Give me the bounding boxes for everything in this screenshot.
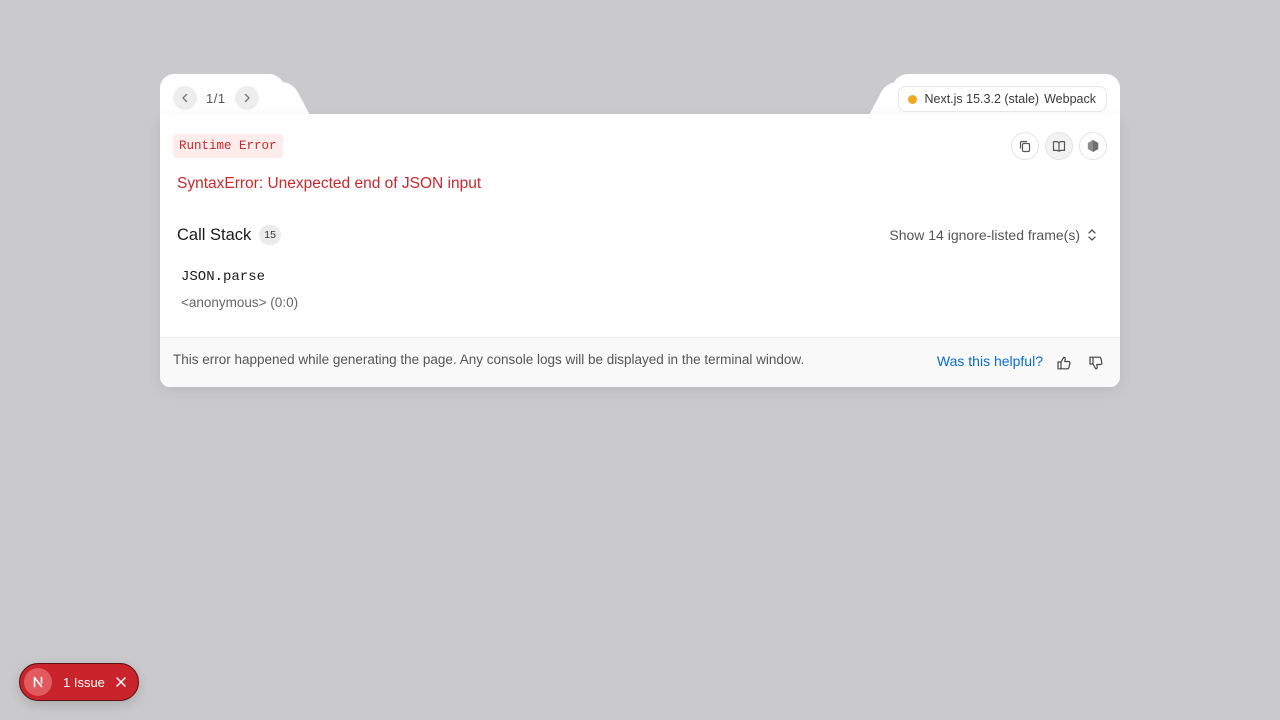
ignore-listed-label: Show 14 ignore-listed frame(s) — [889, 227, 1080, 243]
version-label: Next.js 15.3.2 (stale) — [924, 92, 1040, 106]
bundler-label: Webpack — [1044, 92, 1096, 106]
version-badge[interactable]: Next.js 15.3.2 (stale) Webpack — [898, 86, 1107, 112]
chevron-up-down-icon — [1088, 229, 1096, 241]
stale-status-dot — [908, 94, 918, 104]
stack-frame-location: <anonymous> (0:0) — [181, 295, 299, 310]
copy-error-button[interactable] — [1011, 132, 1039, 160]
call-stack-heading: Call Stack 15 — [177, 225, 281, 245]
chevron-right-icon — [244, 93, 250, 103]
nextjs-logo-icon — [24, 668, 52, 696]
chevron-left-icon — [182, 93, 188, 103]
thumbs-down-button[interactable] — [1085, 352, 1107, 374]
next-error-button[interactable] — [234, 86, 259, 110]
call-stack-title: Call Stack — [177, 225, 252, 244]
error-message: SyntaxError: Unexpected end of JSON inpu… — [177, 175, 482, 192]
stack-frame-function[interactable]: JSON.parse — [181, 269, 265, 285]
book-icon — [1052, 140, 1066, 152]
node-inspector-button[interactable] — [1079, 132, 1107, 160]
error-type-badge: Runtime Error — [173, 134, 283, 158]
thumbs-down-icon — [1089, 356, 1103, 370]
error-card: Runtime Error SyntaxError: Unexpected en… — [160, 114, 1120, 387]
docs-button[interactable] — [1045, 132, 1073, 160]
thumbs-up-button[interactable] — [1053, 352, 1075, 374]
error-toolbar — [1011, 132, 1107, 160]
previous-error-button[interactable] — [173, 86, 197, 110]
thumbs-up-icon — [1057, 356, 1071, 370]
copy-icon — [1019, 140, 1031, 153]
frame-count-badge: 15 — [259, 225, 281, 245]
nextjs-n-glyph — [33, 676, 43, 688]
error-overlay-backdrop: 1/1 Next.js 15.3.2 (stale) Webpack Runti… — [0, 0, 1280, 720]
pager-count: 1/1 — [206, 90, 226, 106]
error-dialog: 1/1 Next.js 15.3.2 (stale) Webpack Runti… — [160, 74, 1120, 387]
issues-indicator[interactable]: 1 Issue — [19, 663, 139, 701]
dismiss-issues-button[interactable] — [114, 675, 128, 689]
ignore-listed-frames-toggle[interactable]: Show 14 ignore-listed frame(s) — [889, 227, 1098, 243]
error-footer: This error happened while generating the… — [160, 337, 1120, 387]
footer-note: This error happened while generating the… — [173, 352, 805, 367]
close-icon — [116, 677, 126, 687]
feedback-label[interactable]: Was this helpful? — [937, 353, 1043, 369]
error-pager: 1/1 — [173, 85, 259, 111]
node-icon — [1087, 140, 1099, 152]
issues-count-label: 1 Issue — [63, 674, 105, 690]
